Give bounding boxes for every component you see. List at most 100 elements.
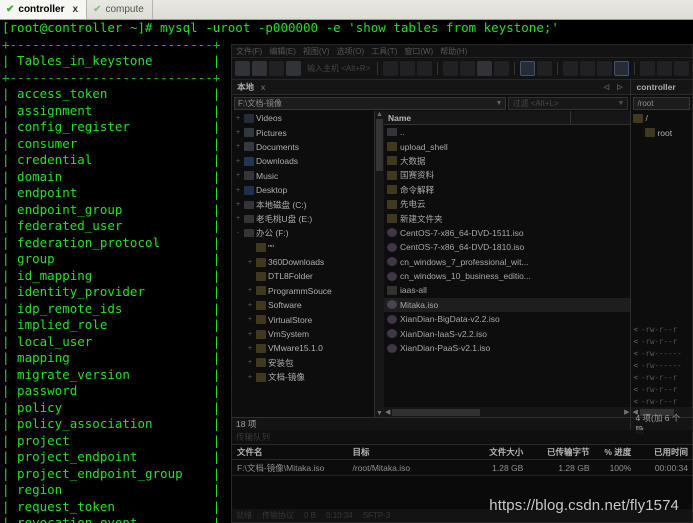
scroll-thumb[interactable] — [392, 408, 481, 416]
winscp-window[interactable]: 文件(F) 编辑(E) 视图(V) 选项(O) 工具(T) 窗口(W) 帮助(H… — [231, 44, 693, 523]
expand-icon[interactable]: + — [246, 331, 254, 338]
menu-window[interactable]: 窗口(W) — [404, 46, 433, 57]
expand-icon[interactable]: + — [246, 345, 254, 352]
local-file-row[interactable]: XianDian-IaaS-v2.2.iso — [384, 326, 630, 340]
local-tree-item[interactable]: + Desktop — [232, 183, 374, 197]
console-icon[interactable] — [674, 61, 690, 76]
properties-icon[interactable] — [443, 61, 459, 76]
chevron-down-icon[interactable]: ▼ — [618, 100, 625, 107]
remote-tab-bar[interactable]: controller — [631, 80, 692, 95]
local-tree-item[interactable]: + VirtualStore — [232, 312, 374, 326]
grid-icon[interactable] — [614, 61, 630, 76]
queue-col-filename[interactable]: 文件名 — [232, 446, 352, 458]
local-tree-item[interactable]: + ProgrammSouce — [232, 284, 374, 298]
close-icon[interactable]: x — [261, 82, 265, 92]
local-file-row[interactable]: cn_windows_7_professional_wit... — [384, 255, 630, 269]
remote-file-row[interactable]: < -rw-r--r — [631, 395, 692, 407]
menu-file[interactable]: 文件(F) — [236, 46, 262, 57]
remote-tree[interactable]: / root — [631, 111, 692, 140]
queue-col-progress[interactable]: % 进度 — [598, 446, 638, 458]
local-tree-scroll[interactable]: + Videos + Pictures + Documents + Downloads + Mus… — [232, 111, 374, 417]
queue-row[interactable]: F:\文档-镜像\Mitaka.iso /root/Mitaka.iso 1.2… — [232, 460, 692, 475]
expand-icon[interactable]: + — [234, 158, 242, 165]
delete-icon[interactable] — [460, 61, 476, 76]
local-file-row[interactable]: 命令解释 — [384, 183, 630, 197]
collapse-icon[interactable]: - — [234, 230, 242, 237]
expand-icon[interactable]: + — [234, 115, 242, 122]
dual-pane-icon[interactable] — [520, 61, 536, 76]
scroll-left-icon[interactable]: ◀ — [385, 408, 390, 416]
menu-edit[interactable]: 编辑(E) — [269, 46, 296, 57]
local-file-row[interactable]: upload_shell — [384, 139, 630, 153]
scroll-right-icon[interactable]: ▶ — [624, 408, 629, 416]
scroll-track[interactable] — [376, 172, 383, 410]
local-file-row[interactable]: CentOS-7-x86_64-DVD-1810.iso — [384, 240, 630, 254]
find-icon[interactable] — [657, 61, 673, 76]
expand-icon[interactable]: + — [246, 259, 254, 266]
local-file-row[interactable]: 国赛资料 — [384, 168, 630, 182]
menu-options[interactable]: 选项(O) — [337, 46, 365, 57]
expand-icon[interactable]: + — [234, 201, 242, 208]
column-header-size[interactable] — [570, 111, 630, 124]
local-filter-input[interactable]: 过滤 <Alt+L> ▼ — [508, 96, 629, 110]
expand-icon[interactable]: + — [246, 359, 254, 366]
winscp-toolbar[interactable]: 输入主机 <Alt+R> — [232, 58, 692, 80]
local-tab-bar[interactable]: 本地 x ◁ ▷ — [232, 80, 631, 95]
transfer-queue[interactable]: 文件名 目标 文件大小 已传输字节 % 进度 已用时间 F:\文档-镜像\Mit… — [232, 444, 692, 476]
local-tree-item[interactable]: DTL8Folder — [232, 269, 374, 283]
local-tree-item[interactable]: + 本地磁盘 (C:) — [232, 197, 374, 211]
queue-col-elapsed[interactable]: 已用时间 — [637, 446, 692, 458]
local-tree-item[interactable]: + 安装包 — [232, 356, 374, 370]
expand-icon[interactable]: + — [234, 129, 242, 136]
remote-path-input[interactable]: /root — [633, 96, 690, 110]
paste-icon[interactable] — [417, 61, 433, 76]
expand-icon[interactable]: + — [246, 302, 254, 309]
local-tree-item[interactable]: + Pictures — [232, 125, 374, 139]
expand-icon[interactable]: + — [234, 172, 242, 179]
expand-icon[interactable]: + — [234, 215, 242, 222]
terminal-tab-controller[interactable]: ✔ controller x — [0, 0, 88, 19]
local-tree-item[interactable]: + 老毛桃U盘 (E:) — [232, 212, 374, 226]
local-file-list[interactable]: .. upload_shell 大数据 国赛资料 命令解释 先电云 新建文件夹 CentOS-… — [384, 125, 631, 407]
scroll-thumb[interactable] — [376, 119, 383, 171]
local-tree-item[interactable]: - 办公 (F:) — [232, 226, 374, 240]
nav-arrows-icon[interactable]: ◁ ▷ — [604, 83, 626, 91]
local-tree-item[interactable]: + Music — [232, 169, 374, 183]
link-icon[interactable] — [580, 61, 596, 76]
terminal-tab-compute[interactable]: ✔ compute — [87, 0, 153, 19]
remote-file-row[interactable]: < -rw------ — [631, 359, 692, 371]
host-input[interactable]: 输入主机 <Alt+R> — [307, 63, 370, 74]
local-file-row[interactable]: 大数据 — [384, 154, 630, 168]
menu-help[interactable]: 帮助(H) — [440, 46, 467, 57]
local-list-hscrollbar[interactable]: ◀ ▶ — [384, 407, 631, 418]
remote-tree-item[interactable]: root — [631, 125, 692, 139]
local-file-row[interactable]: 新建文件夹 — [384, 211, 630, 225]
cut-icon[interactable] — [383, 61, 399, 76]
local-tree-item[interactable]: + VMware15.1.0 — [232, 341, 374, 355]
winscp-menu-bar[interactable]: 文件(F) 编辑(E) 视图(V) 选项(O) 工具(T) 窗口(W) 帮助(H… — [232, 45, 692, 58]
remote-file-row[interactable]: < -rw------ — [631, 347, 692, 359]
local-tree-item[interactable]: + Downloads — [232, 154, 374, 168]
local-file-row[interactable]: 先电云 — [384, 197, 630, 211]
local-tree-scrollbar[interactable]: ▲ ▼ — [375, 111, 384, 418]
local-tree-item[interactable]: + Software — [232, 298, 374, 312]
close-icon[interactable]: x — [73, 4, 79, 15]
remote-file-row[interactable]: < -rw-r--r — [631, 335, 692, 347]
local-file-row[interactable]: iaas-all — [384, 283, 630, 297]
open-session-icon[interactable] — [252, 61, 267, 76]
scroll-down-icon[interactable]: ▼ — [376, 410, 383, 417]
expand-icon[interactable]: + — [246, 374, 254, 381]
refresh-icon[interactable] — [640, 61, 656, 76]
menu-tools[interactable]: 工具(T) — [371, 46, 397, 57]
local-file-row[interactable]: .. — [384, 125, 630, 139]
local-tree-item[interactable]: + VmSystem — [232, 327, 374, 341]
local-tree-item[interactable]: + 文档-镜像 — [232, 370, 374, 384]
queue-col-transferred[interactable]: 已传输字节 — [531, 446, 597, 458]
remote-file-row[interactable]: < -rw-r--r — [631, 371, 692, 383]
user-icon[interactable] — [563, 61, 579, 76]
expand-icon[interactable]: + — [234, 187, 242, 194]
remote-permission-list[interactable]: < -rw-r--r < -rw-r--r < -rw------ < -rw------ < -… — [631, 323, 692, 407]
scroll-up-icon[interactable]: ▲ — [376, 111, 383, 118]
local-file-row[interactable]: XianDian-BigData-v2.2.iso — [384, 312, 630, 326]
remote-tree-item[interactable]: / — [631, 111, 692, 125]
